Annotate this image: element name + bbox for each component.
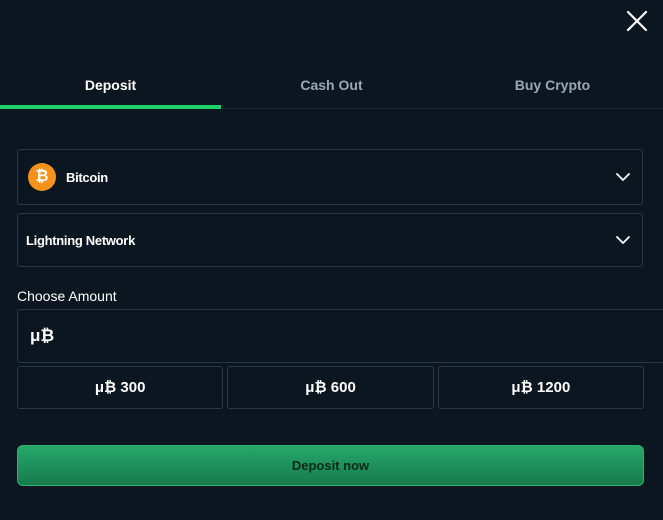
bitcoin-icon: ₿ [28,163,56,191]
preset-amount-label: μ₿ 1200 [511,379,571,396]
currency-select[interactable]: ₿ Bitcoin [17,149,643,205]
chevron-down-icon [616,236,630,244]
deposit-modal: Deposit Cash Out Buy Crypto ₿ Bitcoin Li… [0,0,663,520]
tab-bar: Deposit Cash Out Buy Crypto [0,66,663,109]
currency-select-label: Bitcoin [66,169,108,185]
amount-input[interactable]: μ₿ [17,309,663,363]
tab-buy-crypto[interactable]: Buy Crypto [442,66,663,108]
preset-amount-button[interactable]: μ₿ 600 [227,366,434,409]
chevron-down-icon [616,173,630,181]
amount-presets: μ₿ 300 μ₿ 600 μ₿ 1200 [17,366,644,409]
preset-amount-label: μ₿ 300 [94,379,146,396]
tab-cash-out[interactable]: Cash Out [221,66,442,108]
tab-deposit[interactable]: Deposit [0,66,221,109]
deposit-now-button[interactable]: Deposit now [17,445,644,486]
network-select[interactable]: Lightning Network [17,213,643,267]
preset-amount-button[interactable]: μ₿ 300 [17,366,224,409]
preset-amount-button[interactable]: μ₿ 1200 [437,366,644,409]
tab-cash-out-label: Cash Out [300,77,363,93]
tab-buy-crypto-label: Buy Crypto [514,77,591,93]
preset-amount-label: μ₿ 600 [305,379,356,396]
deposit-now-label: Deposit now [291,458,370,473]
close-icon[interactable] [625,9,649,33]
tab-deposit-label: Deposit [84,77,137,93]
amount-input-value: μ₿ [30,326,55,345]
choose-amount-label: Choose Amount [17,288,117,304]
network-select-label: Lightning Network [26,232,135,248]
